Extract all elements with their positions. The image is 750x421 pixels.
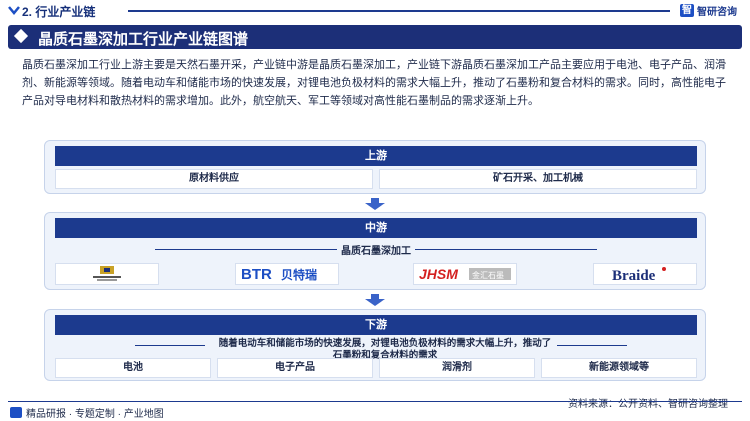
top-header: 2. 行业产业链 智 智研咨询	[0, 0, 750, 22]
section-title: 2. 行业产业链	[22, 5, 96, 19]
midstream-label: 晶质石墨深加工	[337, 246, 415, 257]
upstream-heading: 上游	[55, 146, 697, 166]
svg-text:金汇石墨: 金汇石墨	[472, 270, 504, 280]
btr-logo-icon: BTR 贝特瑞	[241, 266, 317, 283]
footer-rule	[8, 401, 742, 402]
source-note: 资料来源：公开资料、智研咨询整理	[568, 399, 728, 410]
downstream-item-new-energy: 新能源领域等	[541, 358, 697, 378]
midstream-panel: 中游 晶质石墨深加工 BTR 贝特瑞 JHSM 金汇石墨 Braide	[44, 212, 706, 290]
brand-logo: 智 智研咨询	[680, 3, 737, 18]
company-logo-braide: Braide	[593, 263, 697, 285]
svg-text:JHSM: JHSM	[419, 266, 458, 282]
page-title: 晶质石墨深加工行业产业链图谱	[38, 31, 249, 48]
footer-tagline-text: 精品研报 · 专题定制 · 产业地图	[26, 409, 164, 420]
arrow-down-icon	[365, 294, 385, 306]
svg-text:Braide: Braide	[612, 268, 656, 283]
svg-text:BTR: BTR	[241, 266, 272, 283]
chevron-down-icon	[8, 6, 20, 15]
downstream-panel: 下游 随着电动车和储能市场的快速发展，对锂电池负极材料的需求大幅上升，推动了石墨…	[44, 309, 706, 381]
company-logo-lianhe	[55, 263, 159, 285]
footer-tagline: 精品研报 · 专题定制 · 产业地图	[10, 405, 164, 420]
downstream-item-lubricant: 润滑剂	[379, 358, 535, 378]
brand-mini-icon	[10, 407, 22, 418]
company-emblem-icon	[93, 266, 121, 281]
midstream-label-row: 晶质石墨深加工	[55, 241, 697, 257]
diamond-icon	[13, 28, 29, 44]
downstream-item-battery: 电池	[55, 358, 211, 378]
brand-logo-text: 智研咨询	[697, 7, 737, 18]
downstream-item-electronics: 电子产品	[217, 358, 373, 378]
company-logo-btr: BTR 贝特瑞	[235, 263, 339, 285]
downstream-heading: 下游	[55, 315, 697, 335]
upstream-panel: 上游 原材料供应 矿石开采、加工机械	[44, 140, 706, 194]
company-logo-jhsm: JHSM 金汇石墨	[413, 263, 517, 285]
upstream-item-mining: 矿石开采、加工机械	[379, 169, 697, 189]
title-banner: 晶质石墨深加工行业产业链图谱	[8, 25, 742, 49]
upstream-item-raw-material: 原材料供应	[55, 169, 373, 189]
braide-logo-icon: Braide	[612, 267, 666, 283]
header-rule	[128, 10, 670, 12]
arrow-down-icon	[365, 198, 385, 210]
intro-paragraph: 晶质石墨深加工行业上游主要是天然石墨开采，产业链中游是晶质石墨深加工，产业链下游…	[22, 59, 726, 107]
midstream-heading: 中游	[55, 218, 697, 238]
jhsm-logo-icon: JHSM 金汇石墨	[419, 266, 511, 282]
brand-logo-icon: 智	[680, 4, 694, 17]
svg-text:贝特瑞: 贝特瑞	[281, 267, 317, 282]
